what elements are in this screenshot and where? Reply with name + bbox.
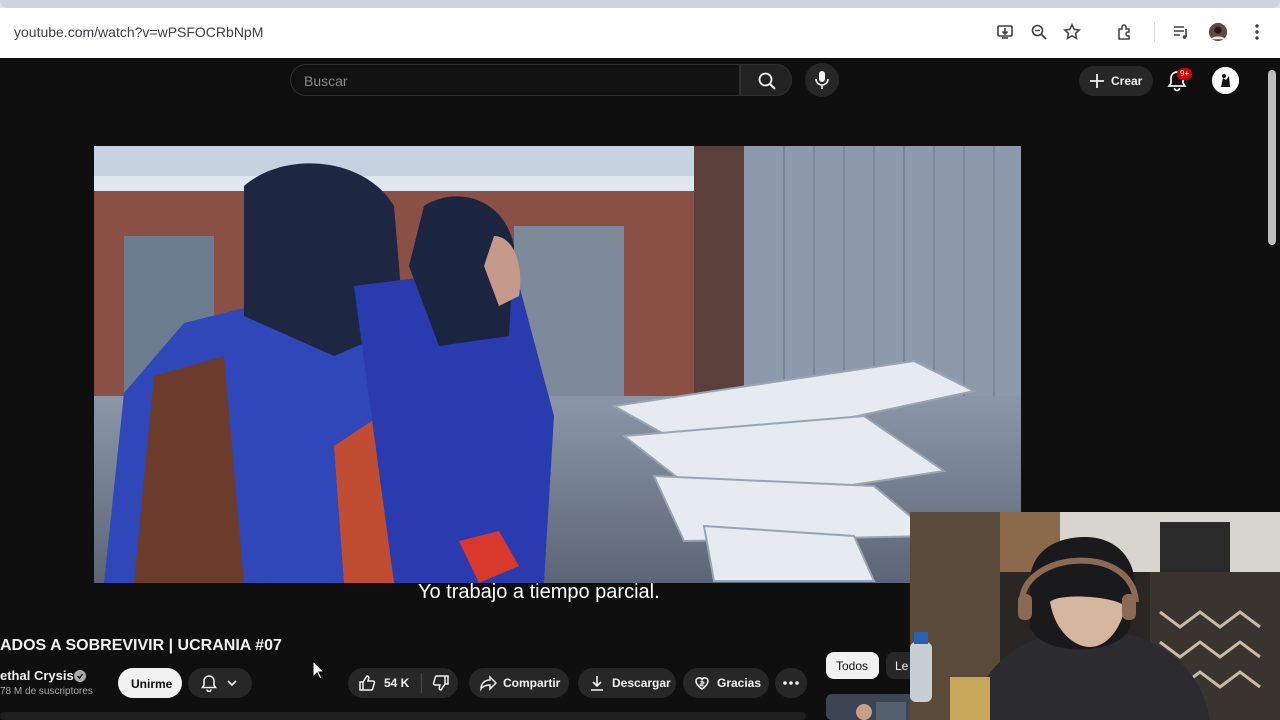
chevron-down-icon (227, 680, 237, 687)
verified-badge-icon (74, 669, 86, 687)
share-label: Compartir (503, 676, 561, 690)
page-scrollbar[interactable] (1268, 70, 1276, 245)
like-count[interactable]: 54 K (384, 676, 409, 690)
more-actions-button[interactable] (775, 668, 807, 698)
search-icon (758, 72, 776, 90)
zoom-icon[interactable] (1029, 22, 1049, 42)
search-button[interactable] (740, 64, 792, 96)
like-divider (421, 673, 423, 693)
filter-chip-other-label: Le (895, 659, 909, 673)
tab-strip (0, 0, 1280, 8)
install-app-icon[interactable] (995, 22, 1015, 42)
voice-search-button[interactable] (805, 63, 839, 97)
description-box-edge (0, 712, 806, 720)
like-dislike-group: 54 K (348, 668, 458, 698)
video-player[interactable] (94, 146, 1021, 583)
media-controls-icon[interactable] (1171, 22, 1191, 42)
bell-icon (201, 675, 217, 692)
extensions-icon[interactable] (1115, 22, 1135, 42)
webcam-feed (910, 512, 1280, 720)
webcam-overlay (910, 512, 1280, 720)
kebab-menu-icon[interactable] (1247, 22, 1267, 42)
more-horizontal-icon (783, 681, 799, 685)
thumbs-up-icon[interactable] (358, 674, 376, 692)
profile-avatar[interactable] (1208, 22, 1228, 42)
join-label: Unirme (131, 677, 173, 691)
related-video-thumbnail[interactable] (826, 694, 916, 720)
filter-chip-all-label: Todos (836, 659, 869, 673)
plus-icon (1090, 74, 1104, 88)
share-button[interactable]: Compartir (469, 668, 569, 698)
mouse-cursor-icon (312, 659, 326, 685)
share-icon (480, 675, 497, 692)
video-frame (94, 146, 1021, 583)
download-button[interactable]: Descargar (578, 668, 676, 698)
search-box[interactable] (290, 64, 740, 96)
microphone-icon (815, 71, 829, 89)
thumbs-down-icon[interactable] (432, 674, 450, 692)
download-icon (591, 676, 603, 691)
subscription-bell-button[interactable] (188, 668, 252, 698)
search-input[interactable]: Buscar (304, 73, 348, 89)
subscriber-count: 78 M de suscriptores (0, 686, 93, 697)
download-label: Descargar (612, 676, 671, 690)
video-subtitle: Yo trabajo a tiempo parcial. (418, 581, 660, 603)
video-title: ADOS A SOBREVIVIR | UCRANIA #07 (0, 637, 282, 654)
thanks-label: Gracias (717, 676, 762, 690)
address-bar[interactable]: youtube.com/watch?v=wPSFOCRbNpM (14, 24, 263, 40)
toolbar-divider (1154, 22, 1155, 42)
notifications-badge: 9+ (1177, 68, 1193, 80)
account-avatar[interactable] (1212, 67, 1239, 94)
thanks-heart-icon (695, 677, 709, 690)
create-label: Crear (1111, 74, 1143, 88)
thanks-button[interactable]: Gracias (683, 668, 769, 698)
channel-name[interactable]: ethal Crysis (0, 668, 74, 683)
bookmark-star-icon[interactable] (1062, 22, 1082, 42)
